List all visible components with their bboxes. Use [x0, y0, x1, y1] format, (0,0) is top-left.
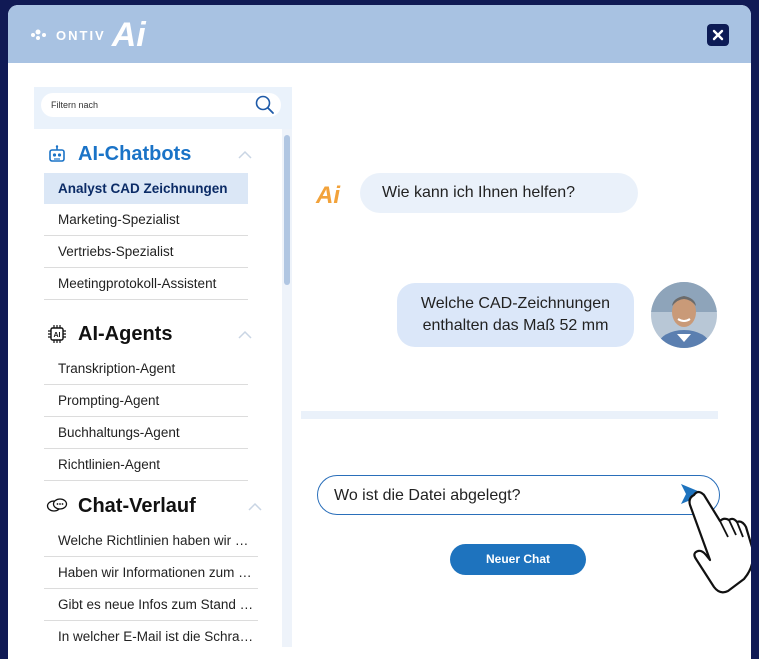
section-header[interactable]: AI-Chatbots [44, 135, 280, 173]
section-ai-agents: AI AI-Agents Transkription-Agent Prompti… [44, 315, 280, 481]
history-item[interactable]: Gibt es neue Infos zum Stand … [44, 589, 258, 621]
logo-dots-icon [31, 29, 46, 40]
user-message-line: enthalten das Maß 52 mm [422, 317, 609, 334]
section-title: AI-Chatbots [78, 142, 192, 165]
section-header[interactable]: AI AI-Agents [44, 315, 280, 353]
section-title: AI-Agents [78, 322, 173, 345]
chevron-up-icon[interactable] [248, 502, 262, 511]
section-ai-chatbots: AI-Chatbots Analyst CAD Zeichnungen Mark… [44, 135, 280, 300]
sidebar-item-vertrieb[interactable]: Vertriebs-Spezialist [44, 236, 248, 268]
close-button[interactable] [707, 24, 729, 46]
svg-text:AI: AI [54, 332, 61, 339]
user-message: Welche CAD-Zeichnungen enthalten das Maß… [397, 283, 634, 347]
section-chat-verlauf: Chat-Verlauf Welche Richtlinien haben wi… [44, 487, 280, 647]
message-input-box[interactable] [317, 475, 720, 515]
robot-icon [46, 143, 68, 165]
bot-avatar-ai-icon: Ai [316, 182, 340, 210]
sidebar-item-transkription[interactable]: Transkription-Agent [44, 353, 248, 385]
sidebar: AI-Chatbots Analyst CAD Zeichnungen Mark… [34, 87, 292, 647]
filter-input[interactable] [41, 93, 281, 117]
chevron-up-icon[interactable] [238, 150, 252, 159]
close-icon [712, 29, 724, 41]
filter-bar [34, 87, 292, 129]
sidebar-item-meetingprotokoll[interactable]: Meetingprotokoll-Assistent [44, 268, 248, 300]
bot-message: Wie kann ich Ihnen helfen? [360, 173, 638, 213]
history-item[interactable]: Haben wir Informationen zum … [44, 557, 258, 589]
sidebar-item-richtlinien[interactable]: Richtlinien-Agent [44, 449, 248, 481]
chat-bubbles-icon [46, 495, 68, 517]
sidebar-item-marketing[interactable]: Marketing-Spezialist [44, 204, 248, 236]
section-header[interactable]: Chat-Verlauf [44, 487, 280, 525]
chat-divider [301, 411, 718, 419]
logo-mark: Ai [111, 15, 146, 54]
ontiv-ai-logo: ONTIV Ai [30, 11, 146, 59]
user-avatar [651, 282, 717, 348]
new-chat-button[interactable]: Neuer Chat [450, 544, 586, 575]
ai-chip-icon: AI [46, 323, 68, 345]
logo-text: ONTIV [56, 27, 106, 43]
bot-avatar-mark: Ai [316, 182, 340, 209]
message-input[interactable] [332, 476, 666, 515]
scrollbar-thumb[interactable] [284, 135, 290, 285]
hand-pointer-icon [688, 490, 751, 594]
history-item[interactable]: In welcher E-Mail ist die Schra… [44, 621, 258, 647]
user-message-line: Welche CAD-Zeichnungen [420, 295, 611, 312]
app-window: ONTIV Ai Filtern nach AI-Chatbots Analys… [8, 5, 751, 659]
sidebar-item-buchhaltung[interactable]: Buchhaltungs-Agent [44, 417, 248, 449]
search-icon[interactable] [254, 94, 276, 116]
section-title: Chat-Verlauf [78, 494, 196, 517]
sidebar-scrollbar[interactable] [282, 129, 292, 647]
sidebar-item-prompting[interactable]: Prompting-Agent [44, 385, 248, 417]
history-item[interactable]: Welche Richtlinien haben wir … [44, 525, 258, 557]
header: ONTIV Ai [8, 5, 751, 63]
sidebar-item-analyst-cad[interactable]: Analyst CAD Zeichnungen [44, 173, 248, 204]
chevron-up-icon[interactable] [238, 330, 252, 339]
